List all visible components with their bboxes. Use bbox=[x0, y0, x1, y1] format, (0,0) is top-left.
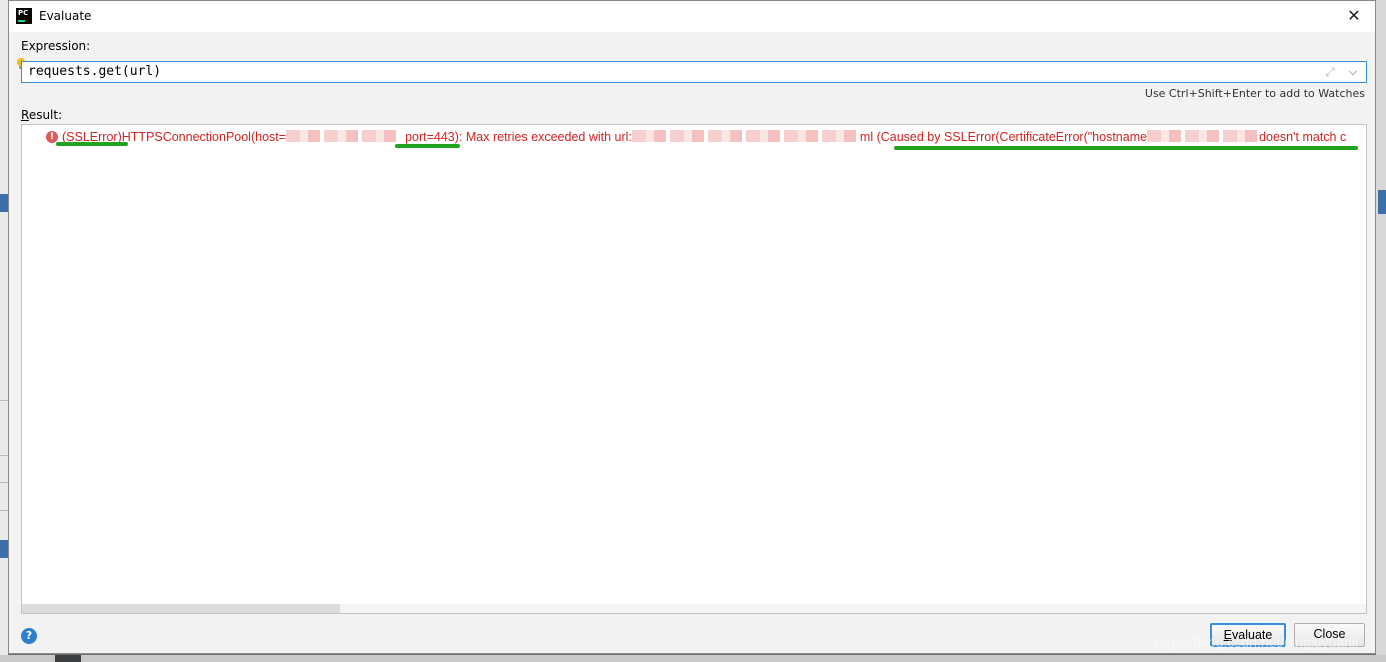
expression-label: Expression: bbox=[21, 39, 91, 53]
result-label: Result: bbox=[21, 108, 62, 122]
error-part-4: doesn't match c bbox=[1259, 130, 1347, 144]
horizontal-scrollbar-thumb[interactable] bbox=[22, 604, 340, 613]
redacted-url bbox=[631, 130, 860, 142]
background-selection bbox=[0, 540, 8, 558]
background-divider bbox=[0, 455, 8, 456]
app-icon-text: PC bbox=[18, 9, 29, 17]
error-part-2: port=443): Max retries exceeded with url… bbox=[405, 130, 632, 144]
background-divider bbox=[0, 510, 8, 511]
background-selection bbox=[0, 194, 8, 212]
watermark: https://blog.csdn.net/ningjuyuanli bbox=[1155, 634, 1359, 650]
redacted-hostname bbox=[1147, 130, 1260, 142]
annotation-underline bbox=[56, 142, 128, 146]
background-block bbox=[55, 655, 81, 662]
redacted-host bbox=[286, 130, 397, 142]
error-message[interactable]: (SSLError)HTTPSConnectionPool(host= port=… bbox=[62, 129, 1346, 145]
result-label-rest: esult: bbox=[28, 108, 63, 122]
help-icon[interactable]: ? bbox=[21, 628, 37, 644]
background-selection bbox=[1378, 190, 1386, 214]
pycharm-app-icon: PC bbox=[16, 8, 32, 24]
dropdown-icon[interactable]: ⌵ bbox=[1345, 64, 1361, 80]
watches-hint: Use Ctrl+Shift+Enter to add to Watches bbox=[1144, 87, 1365, 100]
app-icon-stripe bbox=[18, 20, 25, 22]
title-bar[interactable]: PC Evaluate ✕ bbox=[9, 1, 1375, 32]
window-title: Evaluate bbox=[39, 9, 92, 23]
annotation-underline bbox=[395, 144, 460, 148]
expression-input[interactable]: requests.get(url) bbox=[21, 61, 1367, 83]
background-ide-bottom bbox=[0, 655, 1386, 662]
evaluate-dialog: PC Evaluate ✕ Expression: requests.get(u… bbox=[8, 0, 1376, 654]
background-divider bbox=[0, 400, 8, 401]
background-divider bbox=[0, 482, 8, 483]
close-icon[interactable]: ✕ bbox=[1343, 6, 1365, 28]
result-label-mnemonic: R bbox=[21, 108, 29, 122]
error-part-3: ml (Caused by SSLError(CertificateError(… bbox=[859, 130, 1148, 144]
expand-icon[interactable]: ⤢ bbox=[1322, 64, 1338, 80]
background-ide bbox=[0, 0, 8, 662]
result-panel[interactable]: ! (SSLError)HTTPSConnectionPool(host= por… bbox=[21, 124, 1367, 614]
background-ide-right bbox=[1376, 0, 1386, 662]
annotation-underline bbox=[894, 146, 1358, 150]
